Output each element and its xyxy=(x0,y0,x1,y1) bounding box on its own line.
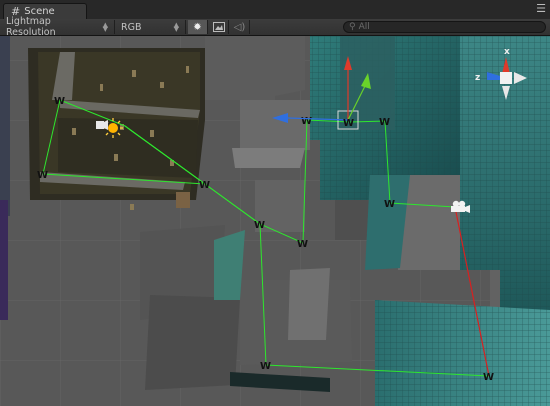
audio-toggle[interactable]: ◁) xyxy=(230,20,250,34)
color-mode-dropdown[interactable]: RGB ▲ ▼ xyxy=(115,20,186,34)
camera-icon[interactable] xyxy=(96,120,108,130)
image-effects-toggle[interactable] xyxy=(209,20,229,34)
panel-menu-icon[interactable]: ☰ xyxy=(536,3,546,14)
search-icon: ⚲ xyxy=(349,22,356,32)
updown-arrows-icon: ▲ ▼ xyxy=(102,20,108,33)
orientation-center-cube[interactable] xyxy=(500,72,512,84)
waypoint-marker[interactable]: W xyxy=(301,116,312,127)
updown-arrows-icon: ▲ ▼ xyxy=(173,20,179,33)
scene-lighting-toggle[interactable]: ✹ xyxy=(188,20,208,34)
image-icon xyxy=(212,22,225,32)
waypoint-marker[interactable]: W xyxy=(37,170,48,181)
scene-toolbar: Lightmap Resolution ▲ ▼ RGB ▲ ▼ ✹ ◁) ⚲ All xyxy=(0,16,550,38)
waypoint-marker[interactable]: W xyxy=(254,220,265,231)
waypoint-marker[interactable]: W xyxy=(54,96,65,107)
speaker-icon: ◁) xyxy=(233,21,246,33)
waypoint-marker[interactable]: W xyxy=(260,361,271,372)
selected-waypoint-marker: W xyxy=(343,118,354,129)
search-placeholder: All xyxy=(358,22,370,32)
orientation-x-label: x xyxy=(504,47,510,57)
orientation-z-label: z xyxy=(475,73,480,83)
hierarchy-search-input[interactable]: ⚲ All xyxy=(343,21,546,33)
purple-strip xyxy=(0,200,8,320)
sun-icon: ✹ xyxy=(193,21,202,33)
waypoint-marker[interactable]: W xyxy=(297,239,308,250)
color-mode-value: RGB xyxy=(121,21,142,33)
waypoint-marker[interactable]: W xyxy=(379,117,390,128)
render-mode-value: Lightmap Resolution xyxy=(6,16,56,38)
waypoint-marker[interactable]: W xyxy=(384,199,395,210)
scene-canvas[interactable]: W W W W W W W W W W W x z xyxy=(0,36,550,406)
waypoint-marker[interactable]: W xyxy=(199,180,210,191)
sky-strip xyxy=(0,36,10,216)
scene-viewport[interactable]: W W W W W W W W W W W x z xyxy=(0,36,550,406)
waypoint-marker[interactable]: W xyxy=(483,372,494,383)
render-mode-dropdown[interactable]: Lightmap Resolution ▲ ▼ xyxy=(0,16,115,38)
